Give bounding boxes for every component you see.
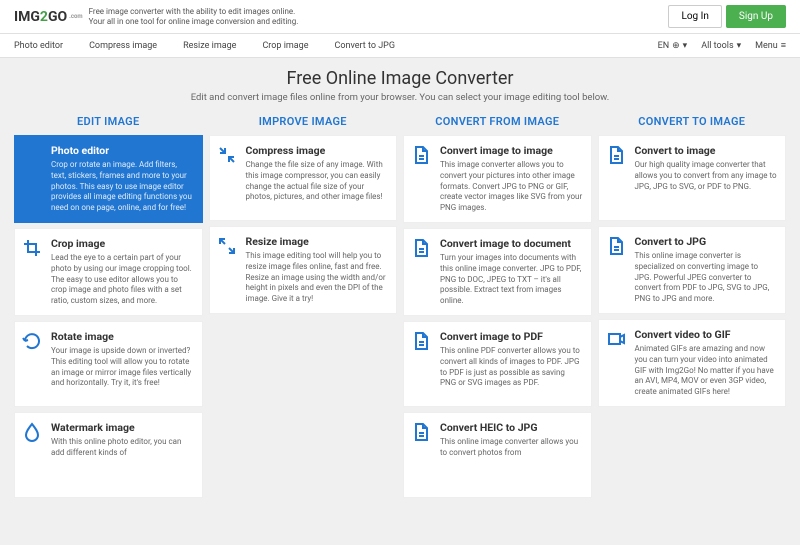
tagline-line2: Your all in one tool for online image co… <box>89 17 299 27</box>
subnav-photo-editor[interactable]: Photo editor <box>14 41 63 51</box>
column-title: IMPROVE IMAGE <box>209 115 398 128</box>
drop-icon <box>21 421 43 443</box>
tool-card[interactable]: Convert image to image This image convert… <box>403 135 592 223</box>
file-icon <box>410 330 432 352</box>
subnav: Photo editor Compress image Resize image… <box>0 34 800 58</box>
signup-button[interactable]: Sign Up <box>726 5 786 28</box>
card-desc: This online PDF converter allows you to … <box>440 346 583 389</box>
tool-grid: EDIT IMAGE Photo editor Crop or rotate an … <box>0 109 800 504</box>
card-title: Photo editor <box>51 144 194 157</box>
subnav-convert-jpg[interactable]: Convert to JPG <box>335 41 395 51</box>
page-subtitle: Edit and convert image files online from… <box>0 92 800 103</box>
tool-card[interactable]: Crop image Lead the eye to a certain part… <box>14 228 203 316</box>
tagline: Free image converter with the ability to… <box>89 7 299 26</box>
subnav-resize[interactable]: Resize image <box>183 41 236 51</box>
login-button[interactable]: Log In <box>668 5 721 28</box>
card-desc: Our high quality image converter that al… <box>635 160 778 192</box>
card-title: Compress image <box>246 144 389 157</box>
lang-selector[interactable]: EN⊕▾ <box>658 41 688 51</box>
subnav-compress[interactable]: Compress image <box>89 41 157 51</box>
column-2: CONVERT FROM IMAGE Convert image to image… <box>403 115 592 498</box>
card-title: Convert to image <box>635 144 778 157</box>
column-title: CONVERT TO IMAGE <box>598 115 787 128</box>
logo-text-2: 2 <box>40 9 48 25</box>
file-icon <box>605 235 627 257</box>
card-desc: This online image converter is specializ… <box>635 251 778 305</box>
page-title: Free Online Image Converter <box>0 68 800 89</box>
column-0: EDIT IMAGE Photo editor Crop or rotate an … <box>14 115 203 498</box>
logo-text-img: IMG <box>14 9 40 25</box>
tool-card[interactable]: Rotate image Your image is upside down or… <box>14 321 203 407</box>
card-title: Convert image to document <box>440 237 583 250</box>
card-title: Convert image to image <box>440 144 583 157</box>
header: IMG2GO.com Free image converter with the… <box>0 0 800 34</box>
card-desc: With this online photo editor, you can a… <box>51 437 194 459</box>
card-title: Convert image to PDF <box>440 330 583 343</box>
chevron-down-icon: ▾ <box>683 41 688 51</box>
file-icon <box>410 237 432 259</box>
tool-card[interactable]: Watermark image With this online photo ed… <box>14 412 203 498</box>
all-tools-selector[interactable]: All tools ▾ <box>701 41 741 51</box>
tagline-line1: Free image converter with the ability to… <box>89 7 299 17</box>
tool-card[interactable]: Convert video to GIF Animated GIFs are am… <box>598 319 787 407</box>
expand-icon <box>216 235 238 257</box>
menu-icon: ≡ <box>781 40 786 51</box>
tool-card[interactable]: Convert image to document Turn your image… <box>403 228 592 316</box>
card-desc: Your image is upside down or inverted? T… <box>51 346 194 389</box>
tool-card[interactable]: Photo editor Crop or rotate an image. Add… <box>14 135 203 223</box>
subnav-crop[interactable]: Crop image <box>262 41 308 51</box>
card-desc: Lead the eye to a certain part of your p… <box>51 253 194 307</box>
compress-icon <box>216 144 238 166</box>
card-title: Watermark image <box>51 421 194 434</box>
card-title: Convert HEIC to JPG <box>440 421 583 434</box>
card-title: Rotate image <box>51 330 194 343</box>
card-desc: Turn your images into documents with thi… <box>440 253 583 307</box>
tool-card[interactable]: Resize image This image editing tool will… <box>209 226 398 314</box>
card-desc: This image converter allows you to conve… <box>440 160 583 214</box>
column-title: EDIT IMAGE <box>14 115 203 128</box>
card-title: Resize image <box>246 235 389 248</box>
logo[interactable]: IMG2GO.com <box>14 9 83 25</box>
card-desc: Change the file size of any image. With … <box>246 160 389 203</box>
menu-label: Menu <box>755 41 778 51</box>
menu-toggle[interactable]: Menu≡ <box>755 40 786 51</box>
file-icon <box>410 144 432 166</box>
card-desc: Crop or rotate an image. Add filters, te… <box>51 160 194 214</box>
card-desc: This online image converter allows you t… <box>440 437 583 459</box>
card-title: Crop image <box>51 237 194 250</box>
file-icon <box>410 421 432 443</box>
hero: Free Online Image Converter Edit and con… <box>0 58 800 109</box>
logo-text-go: GO <box>48 9 67 25</box>
globe-icon: ⊕ <box>672 41 680 51</box>
all-tools-label: All tools <box>701 41 733 51</box>
card-title: Convert video to GIF <box>635 328 778 341</box>
tool-card[interactable]: Compress image Change the file size of an… <box>209 135 398 221</box>
tool-card[interactable]: Convert to JPG This online image converte… <box>598 226 787 314</box>
chevron-down-icon: ▾ <box>737 41 742 51</box>
lang-label: EN <box>658 41 670 51</box>
tool-card[interactable]: Convert to image Our high quality image c… <box>598 135 787 221</box>
card-desc: This image editing tool will help you to… <box>246 251 389 305</box>
column-1: IMPROVE IMAGE Compress image Change the fi… <box>209 115 398 498</box>
card-desc: Animated GIFs are amazing and now you ca… <box>635 344 778 398</box>
video-icon <box>605 328 627 350</box>
logo-sub: .com <box>69 13 82 20</box>
tool-card[interactable]: Convert image to PDF This online PDF conv… <box>403 321 592 407</box>
column-title: CONVERT FROM IMAGE <box>403 115 592 128</box>
pencil-icon <box>21 144 43 166</box>
column-3: CONVERT TO IMAGE Convert to image Our high… <box>598 115 787 498</box>
card-title: Convert to JPG <box>635 235 778 248</box>
file-icon <box>605 144 627 166</box>
rotate-icon <box>21 330 43 352</box>
crop-icon <box>21 237 43 259</box>
tool-card[interactable]: Convert HEIC to JPG This online image con… <box>403 412 592 498</box>
